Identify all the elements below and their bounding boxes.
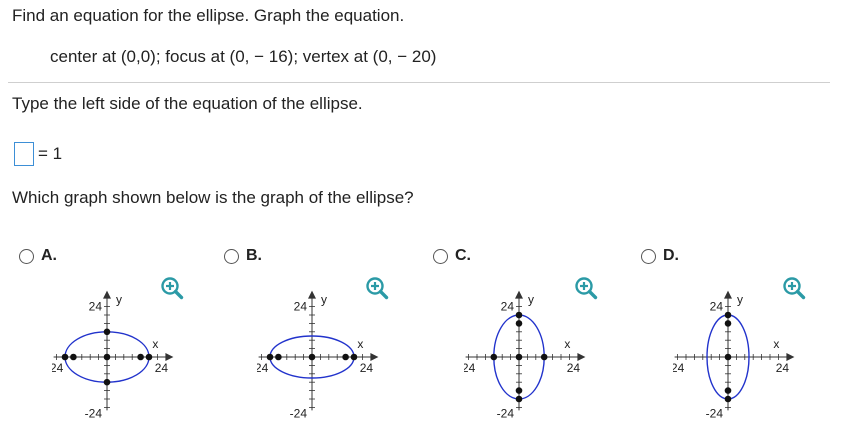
equation-rhs: = 1 xyxy=(38,144,63,163)
y-min-label: -24 xyxy=(706,406,724,420)
zoom-in-icon-a[interactable] xyxy=(160,276,184,300)
y-max-label: 24 xyxy=(710,300,724,314)
x-axis-label: x xyxy=(773,337,779,351)
equation-answer-input[interactable] xyxy=(14,142,34,166)
option-d-radio[interactable] xyxy=(641,248,656,264)
x-min-label: -24 xyxy=(52,361,64,375)
ellipse-point xyxy=(540,353,548,361)
y-max-label: 24 xyxy=(89,300,103,314)
ellipse-point xyxy=(275,353,282,361)
option-a-radio[interactable] xyxy=(19,248,34,264)
ellipse-point xyxy=(145,353,153,361)
ellipse-point xyxy=(515,353,523,361)
x-axis-label: x xyxy=(152,337,158,351)
option-a[interactable]: A. xyxy=(19,247,57,265)
zoom-in-icon-c[interactable] xyxy=(574,276,598,300)
x-axis-arrow xyxy=(577,353,586,361)
graph-option-c: y x 24 -24 -24 24 xyxy=(464,290,586,420)
option-b-radio[interactable] xyxy=(224,248,239,264)
ellipse-point xyxy=(70,353,77,361)
x-max-label: 24 xyxy=(776,361,790,375)
ellipse-point xyxy=(724,395,732,403)
zoom-handle xyxy=(173,289,184,300)
option-c[interactable]: C. xyxy=(433,247,471,265)
option-a-label: A. xyxy=(41,247,57,264)
graph-option-b: y x 24 -24 -24 24 xyxy=(257,290,379,420)
x-max-label: 24 xyxy=(360,361,374,375)
y-max-label: 24 xyxy=(501,300,515,314)
ellipse-point xyxy=(61,353,69,361)
option-b-label: B. xyxy=(246,247,262,264)
ellipse-point xyxy=(515,311,523,319)
ellipse-point xyxy=(515,320,523,327)
divider xyxy=(8,82,830,83)
x-axis-arrow xyxy=(786,353,795,361)
y-axis-label: y xyxy=(116,293,122,307)
equation-row: = 1 xyxy=(14,140,62,168)
y-axis-arrow xyxy=(515,290,523,299)
question-title: Find an equation for the ellipse. Graph … xyxy=(12,6,405,25)
option-c-label: C. xyxy=(455,247,471,264)
x-axis-label: x xyxy=(564,337,570,351)
zoom-handle xyxy=(795,289,806,300)
ellipse-point xyxy=(103,328,111,336)
y-axis-label: y xyxy=(737,293,743,307)
ellipse-point xyxy=(490,353,498,361)
ellipse-point xyxy=(308,353,316,361)
y-axis-arrow xyxy=(308,290,316,299)
y-max-label: 24 xyxy=(294,300,308,314)
ellipse-point xyxy=(103,353,111,361)
graph-option-a: y x 24 -24 -24 24 xyxy=(52,290,174,420)
option-d[interactable]: D. xyxy=(641,247,679,265)
ellipse-point xyxy=(266,353,274,361)
graph-option-d: y x 24 -24 -24 24 xyxy=(673,290,795,420)
y-min-label: -24 xyxy=(85,406,103,420)
x-axis-arrow xyxy=(165,353,174,361)
part1-prompt: Type the left side of the equation of th… xyxy=(12,94,363,113)
option-c-radio[interactable] xyxy=(433,248,448,264)
option-b[interactable]: B. xyxy=(224,247,262,265)
ellipse-point xyxy=(137,353,144,361)
ellipse-point xyxy=(724,320,732,327)
given-conditions: center at (0,0); focus at (0, − 16); ver… xyxy=(50,47,437,66)
y-axis-arrow xyxy=(103,290,111,299)
x-max-label: 24 xyxy=(155,361,169,375)
zoom-in-icon-d[interactable] xyxy=(782,276,806,300)
y-axis-arrow xyxy=(724,290,732,299)
part2-prompt: Which graph shown below is the graph of … xyxy=(12,188,414,207)
zoom-in-icon-b[interactable] xyxy=(365,276,389,300)
y-axis-label: y xyxy=(321,293,327,307)
ellipse-point xyxy=(724,311,732,319)
ellipse-point xyxy=(724,387,732,394)
x-axis-arrow xyxy=(370,353,379,361)
ellipse-point xyxy=(515,395,523,403)
zoom-handle xyxy=(378,289,389,300)
ellipse-point xyxy=(515,387,523,394)
y-min-label: -24 xyxy=(497,406,515,420)
option-d-label: D. xyxy=(663,247,679,264)
y-axis-label: y xyxy=(528,293,534,307)
y-min-label: -24 xyxy=(290,406,308,420)
x-min-label: -24 xyxy=(673,361,685,375)
x-max-label: 24 xyxy=(567,361,581,375)
ellipse-point xyxy=(724,353,732,361)
ellipse-point xyxy=(350,353,358,361)
ellipse-point xyxy=(342,353,349,361)
x-min-label: -24 xyxy=(464,361,476,375)
ellipse-point xyxy=(103,378,111,386)
x-axis-label: x xyxy=(357,337,363,351)
zoom-handle xyxy=(587,289,598,300)
x-min-label: -24 xyxy=(257,361,269,375)
